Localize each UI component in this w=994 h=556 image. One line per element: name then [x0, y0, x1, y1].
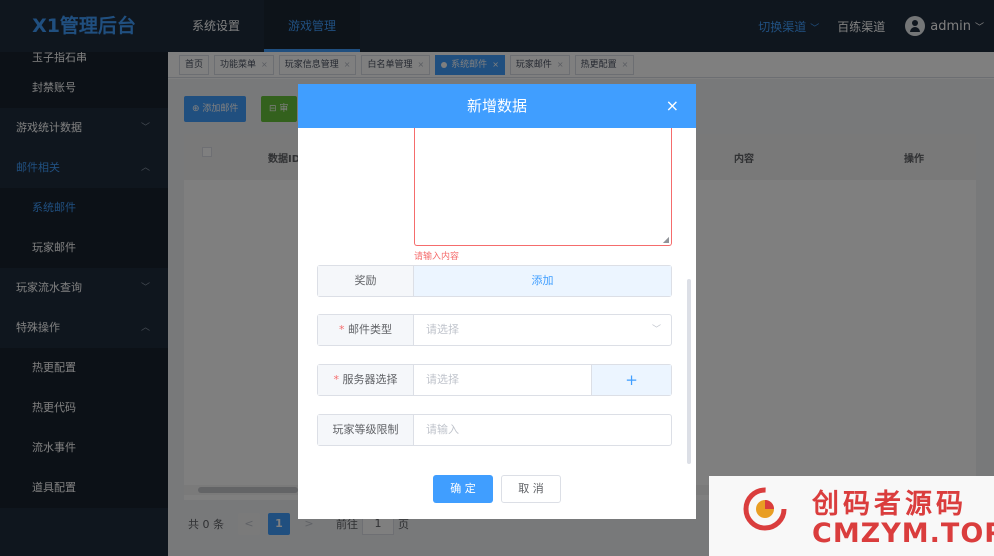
- content-error-message: 请输入内容: [414, 252, 460, 262]
- server-label-text: 服务器选择: [342, 373, 398, 386]
- watermark-logo-icon: [743, 487, 787, 531]
- resize-grip-icon[interactable]: ◢: [663, 235, 669, 244]
- dialog-body: ◢ 请输入内容 奖励 添加 * 邮件类型 请选择 ﹀ * 服务器选择 请选择 +…: [298, 128, 696, 475]
- add-server-button[interactable]: +: [591, 365, 671, 395]
- watermark-text-cn: 创码者源码: [812, 489, 967, 520]
- reward-label: 奖励: [318, 266, 414, 296]
- dialog-vertical-scrollbar[interactable]: [687, 279, 691, 464]
- chevron-down-icon[interactable]: ﹀: [652, 315, 661, 345]
- level-limit-row: 玩家等级限制 请输入: [317, 414, 672, 446]
- level-limit-label: 玩家等级限制: [318, 415, 414, 445]
- required-mark: *: [339, 323, 345, 336]
- add-data-dialog: 新增数据 × ◢ 请输入内容 奖励 添加 * 邮件类型 请选择 ﹀ * 服务器选…: [298, 84, 696, 519]
- cancel-button[interactable]: 取 消: [501, 475, 561, 503]
- mail-type-select[interactable]: 请选择: [426, 315, 459, 345]
- level-limit-input[interactable]: 请输入: [426, 415, 459, 445]
- dialog-title: 新增数据: [466, 97, 527, 115]
- site-watermark: 创码者源码 CMZYM.TOP: [709, 476, 994, 556]
- dialog-footer: 确 定 取 消: [298, 475, 696, 519]
- mail-type-label: * 邮件类型: [318, 315, 414, 345]
- content-textarea[interactable]: ◢: [414, 128, 672, 246]
- mail-type-row: * 邮件类型 请选择 ﹀: [317, 314, 672, 346]
- server-row: * 服务器选择 请选择 +: [317, 364, 672, 396]
- confirm-button[interactable]: 确 定: [433, 475, 493, 503]
- mail-type-label-text: 邮件类型: [348, 323, 392, 336]
- dialog-header: 新增数据 ×: [298, 84, 696, 128]
- server-select[interactable]: 请选择: [426, 365, 459, 395]
- add-reward-button[interactable]: 添加: [414, 266, 671, 296]
- required-mark: *: [333, 373, 340, 386]
- close-icon[interactable]: ×: [666, 84, 679, 128]
- server-label: * 服务器选择: [318, 365, 414, 395]
- watermark-text-en: CMZYM.TOP: [812, 518, 994, 549]
- reward-row: 奖励 添加: [317, 265, 672, 297]
